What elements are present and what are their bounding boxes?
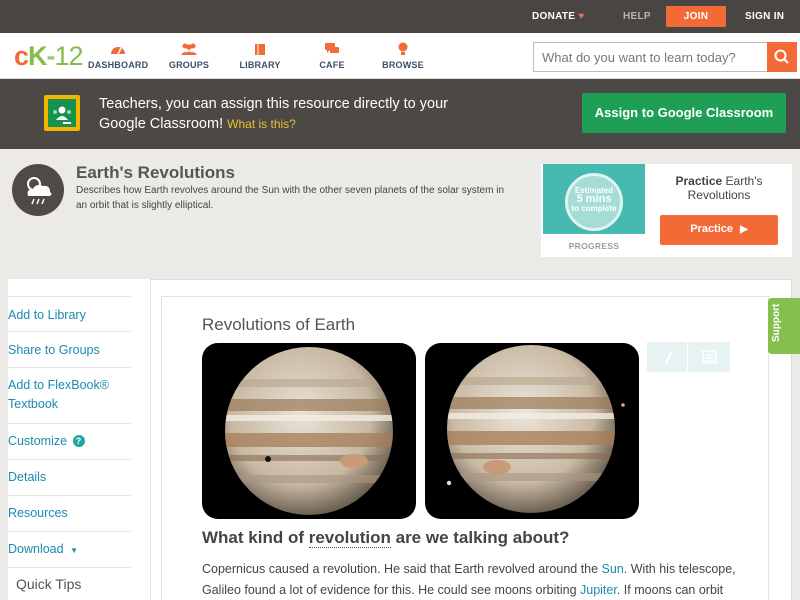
join-button[interactable]: JOIN	[666, 6, 726, 27]
classroom-message: Teachers, you can assign this resource d…	[99, 94, 459, 134]
main-nav: cK-12 DASHBOARD GROUPS LIBRARY CAFE BROW…	[0, 33, 800, 79]
download-link[interactable]: Download ▼	[8, 532, 131, 568]
progress-label: PROGRESS	[568, 241, 620, 251]
pencil-icon	[664, 351, 673, 364]
cafe-icon	[325, 43, 339, 53]
jupiter-image-left	[202, 343, 416, 519]
top-utility-bar: DONATE ♥ HELP JOIN SIGN IN	[0, 0, 800, 33]
jupiter-image-right	[425, 343, 639, 519]
assign-google-classroom-button[interactable]: Assign to Google Classroom	[582, 93, 786, 133]
browse-icon	[398, 42, 408, 55]
nav-cafe-label: CAFE	[319, 60, 345, 70]
estimated-minutes: 5 mins	[576, 193, 612, 205]
search-button[interactable]	[767, 42, 797, 72]
groups-icon	[181, 43, 197, 55]
nav-cafe[interactable]: CAFE	[316, 42, 348, 70]
concept-title: Earth's Revolutions	[76, 163, 235, 182]
para-text-3: . If moons can orbit	[616, 583, 724, 597]
nav-library[interactable]: LIBRARY	[238, 42, 282, 70]
details-link[interactable]: Details	[8, 460, 131, 496]
sign-in-link[interactable]: SIGN IN	[745, 0, 784, 33]
customize-link[interactable]: Customize ?	[8, 424, 131, 460]
nav-browse-label: BROWSE	[382, 60, 424, 70]
practice-card: Estimated 5 mins to complete PROGRESS Pr…	[541, 164, 792, 257]
practice-button[interactable]: Practice ▶	[660, 215, 778, 245]
nav-dashboard-label: DASHBOARD	[88, 60, 149, 70]
share-to-groups-link[interactable]: Share to Groups	[8, 332, 131, 368]
vocab-revolution[interactable]: revolution	[308, 528, 391, 548]
section-question: What kind of revolution are we talking a…	[202, 528, 569, 548]
estimated-complete: to complete	[571, 204, 617, 213]
support-label: Support	[771, 303, 782, 342]
add-to-library-link[interactable]: Add to Library	[8, 296, 131, 332]
add-to-flexbook-link[interactable]: Add to FlexBook® Textbook	[8, 368, 131, 424]
nav-browse[interactable]: BROWSE	[381, 42, 425, 70]
search-icon	[774, 49, 789, 64]
weather-cloud-icon	[12, 164, 64, 216]
question-pre: What kind of	[202, 528, 309, 547]
nav-dashboard[interactable]: DASHBOARD	[88, 42, 148, 70]
ck12-logo[interactable]: cK-12	[14, 41, 84, 71]
content-paragraph: Copernicus caused a revolution. He said …	[202, 559, 742, 600]
practice-button-label: Practice	[690, 223, 734, 235]
search-input[interactable]	[534, 43, 768, 71]
support-tab[interactable]: Support	[768, 298, 800, 354]
what-is-this-link[interactable]: What is this?	[227, 117, 296, 131]
help-link[interactable]: HELP	[623, 0, 651, 33]
nav-groups[interactable]: GROUPS	[166, 42, 212, 70]
heart-icon: ♥	[578, 11, 585, 22]
jupiter-link[interactable]: Jupiter	[580, 583, 617, 597]
download-label[interactable]: Download	[8, 542, 64, 556]
nav-library-label: LIBRARY	[239, 60, 281, 70]
donate-link[interactable]: DONATE ♥	[532, 0, 585, 33]
search-box	[533, 42, 797, 72]
annotate-button[interactable]	[647, 342, 688, 372]
estimated-time-badge: Estimated 5 mins to complete	[565, 173, 623, 231]
notes-icon	[702, 350, 717, 364]
nav-groups-label: GROUPS	[168, 60, 210, 70]
library-icon	[255, 44, 265, 55]
notes-button[interactable]	[689, 342, 730, 372]
help-question-icon[interactable]: ?	[72, 435, 85, 447]
quick-tips-heading: Quick Tips	[16, 576, 82, 592]
question-post: are we talking about?	[390, 528, 570, 547]
para-text-1: Copernicus caused a revolution. He said …	[202, 562, 602, 576]
practice-title-bold: Practice	[675, 174, 723, 188]
concept-description: Describes how Earth revolves around the …	[76, 185, 505, 211]
customize-label[interactable]: Customize	[8, 434, 67, 448]
content-tools	[647, 342, 730, 372]
google-classroom-icon	[44, 95, 80, 131]
resources-link[interactable]: Resources	[8, 496, 131, 532]
sun-link[interactable]: Sun	[602, 562, 624, 576]
caret-down-icon: ▼	[70, 546, 78, 555]
donate-label[interactable]: DONATE	[532, 11, 575, 22]
chevron-right-icon: ▶	[740, 224, 748, 235]
dashboard-icon	[111, 47, 125, 55]
practice-title: Practice Earth's Revolutions	[659, 174, 779, 202]
practice-progress-graphic: Estimated 5 mins to complete	[543, 164, 645, 234]
content-title: Revolutions of Earth	[202, 315, 356, 334]
